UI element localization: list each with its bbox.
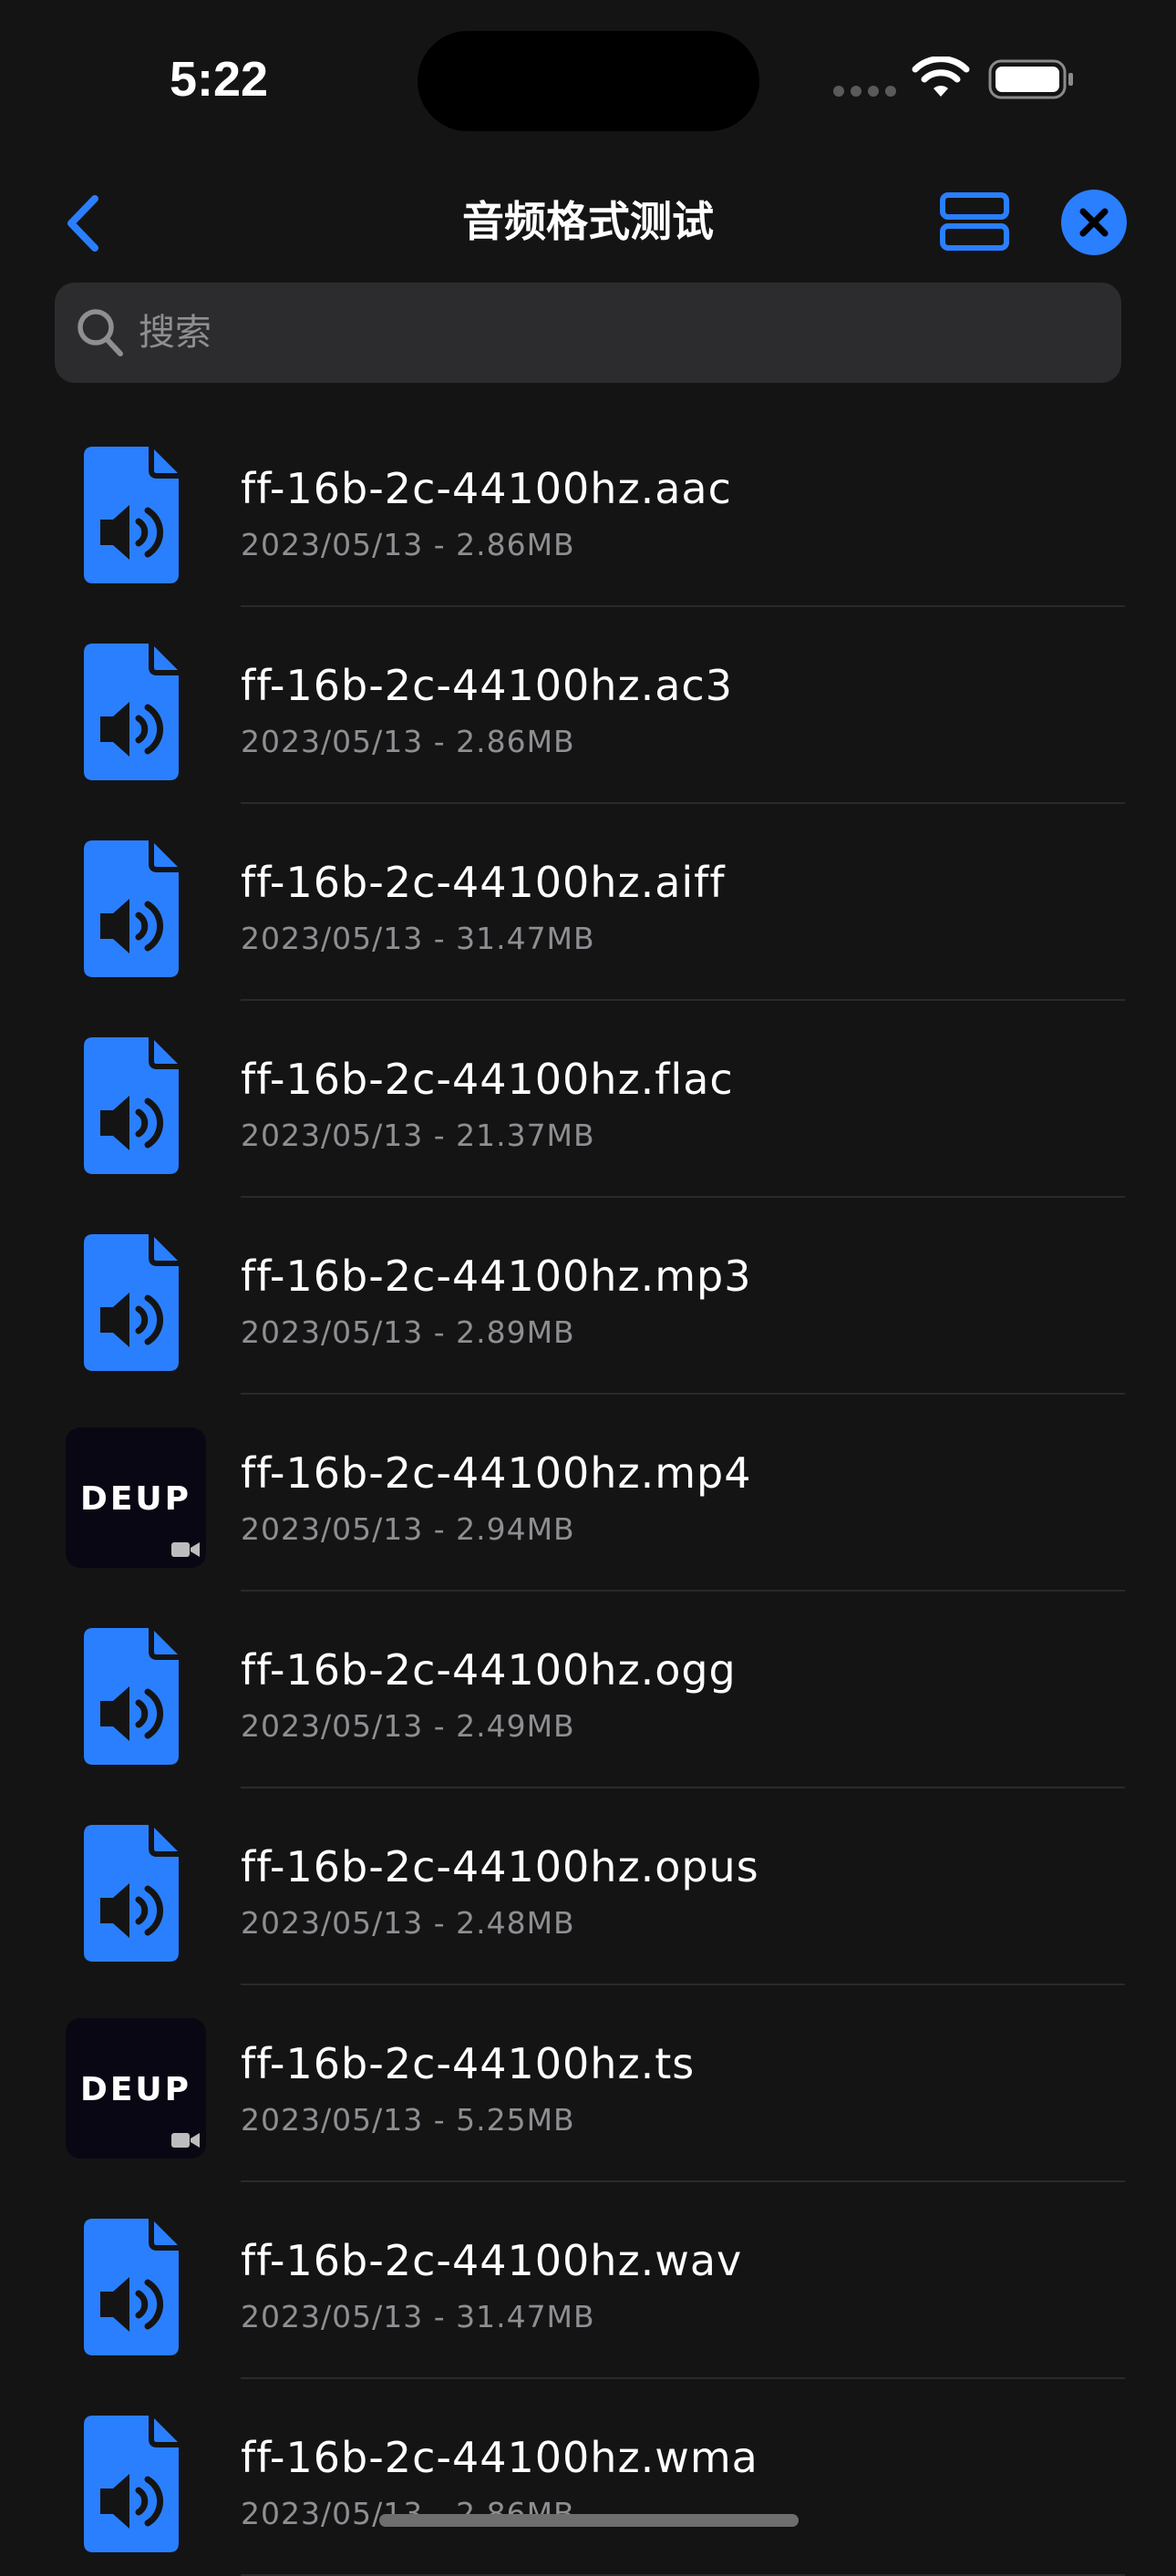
file-row[interactable]: ff-16b-2c-44100hz.wma2023/05/13 - 2.86MB bbox=[0, 2379, 1176, 2576]
home-indicator[interactable] bbox=[379, 2514, 799, 2527]
file-name: ff-16b-2c-44100hz.aac bbox=[241, 464, 732, 513]
audio-file-icon bbox=[84, 445, 181, 583]
video-thumbnail: DEUP bbox=[66, 2018, 206, 2159]
video-thumbnail-logo: DEUP bbox=[79, 2071, 192, 2108]
file-row[interactable]: ff-16b-2c-44100hz.wav 2023/05/13 - 31.47M… bbox=[0, 2182, 1176, 2379]
audio-file-icon bbox=[84, 642, 181, 780]
status-time: 5:22 bbox=[170, 52, 269, 107]
video-thumbnail-logo: DEUP bbox=[79, 1480, 192, 1518]
audio-file-icon bbox=[84, 839, 181, 977]
xmark-icon bbox=[1079, 208, 1109, 237]
file-name: ff-16b-2c-44100hz.wma bbox=[241, 2433, 758, 2482]
file-row[interactable]: ff-16b-2c-44100hz.opus 2023/05/13 - 2.48M… bbox=[0, 1788, 1176, 1985]
view-toggle-button[interactable] bbox=[939, 191, 1010, 252]
file-name: ff-16b-2c-44100hz.flac bbox=[241, 1055, 734, 1104]
file-meta: 2023/05/13 - 2.86MB bbox=[241, 527, 575, 562]
file-meta: 2023/05/13 - 2.86MB bbox=[241, 724, 575, 759]
file-meta: 2023/05/13 - 2.48MB bbox=[241, 1905, 575, 1941]
close-button[interactable] bbox=[1061, 190, 1127, 255]
audio-file-icon bbox=[84, 1823, 181, 1962]
file-row[interactable]: ff-16b-2c-44100hz.aiff 2023/05/13 - 31.47… bbox=[0, 804, 1176, 1001]
audio-file-icon bbox=[84, 1232, 181, 1371]
file-meta: 2023/05/13 - 2.89MB bbox=[241, 1314, 575, 1350]
file-meta: 2023/05/13 - 31.47MB bbox=[241, 2299, 595, 2334]
file-row[interactable]: DEUP ff-16b-2c-44100hz.mp4 2023/05/13 - 2.… bbox=[0, 1395, 1176, 1592]
video-camera-icon bbox=[171, 1542, 200, 1557]
audio-file-icon bbox=[84, 2414, 181, 2552]
video-thumbnail: DEUP bbox=[66, 1427, 206, 1568]
file-row[interactable]: ff-16b-2c-44100hz.mp3 2023/05/13 - 2.89MB bbox=[0, 1198, 1176, 1395]
file-row[interactable]: ff-16b-2c-44100hz.ac3 2023/05/13 - 2.86MB bbox=[0, 607, 1176, 804]
dynamic-island bbox=[418, 31, 759, 131]
file-meta: 2023/05/13 - 5.25MB bbox=[241, 2102, 575, 2138]
file-meta: 2023/05/13 - 31.47MB bbox=[241, 921, 595, 956]
search-icon bbox=[77, 309, 123, 356]
file-list: ff-16b-2c-44100hz.aac 2023/05/13 - 2.86MB… bbox=[0, 410, 1176, 2576]
file-row[interactable]: ff-16b-2c-44100hz.flac 2023/05/13 - 21.37… bbox=[0, 1001, 1176, 1198]
file-name: ff-16b-2c-44100hz.ogg bbox=[241, 1645, 737, 1695]
wifi-icon bbox=[912, 57, 970, 97]
battery-icon bbox=[988, 59, 1073, 99]
video-camera-icon bbox=[171, 2133, 200, 2148]
file-row[interactable]: DEUP ff-16b-2c-44100hz.ts 2023/05/13 - 5.2… bbox=[0, 1985, 1176, 2182]
file-name: ff-16b-2c-44100hz.mp4 bbox=[241, 1448, 752, 1498]
file-meta: 2023/05/13 - 2.49MB bbox=[241, 1708, 575, 1744]
file-name: ff-16b-2c-44100hz.ts bbox=[241, 2039, 696, 2088]
audio-file-icon bbox=[84, 1036, 181, 1174]
file-name: ff-16b-2c-44100hz.aiff bbox=[241, 858, 726, 907]
file-meta: 2023/05/13 - 2.94MB bbox=[241, 1511, 575, 1547]
file-meta: 2023/05/13 - 21.37MB bbox=[241, 1118, 595, 1153]
search-bar[interactable] bbox=[55, 283, 1121, 383]
audio-file-icon bbox=[84, 2217, 181, 2355]
file-name: ff-16b-2c-44100hz.ac3 bbox=[241, 661, 733, 710]
file-row[interactable]: ff-16b-2c-44100hz.ogg 2023/05/13 - 2.49MB bbox=[0, 1592, 1176, 1788]
file-row[interactable]: ff-16b-2c-44100hz.aac 2023/05/13 - 2.86MB bbox=[0, 410, 1176, 607]
file-name: ff-16b-2c-44100hz.mp3 bbox=[241, 1252, 752, 1301]
audio-file-icon bbox=[84, 1626, 181, 1765]
file-name: ff-16b-2c-44100hz.wav bbox=[241, 2236, 743, 2285]
cellular-signal-icon bbox=[833, 86, 897, 97]
file-name: ff-16b-2c-44100hz.opus bbox=[241, 1842, 759, 1891]
search-input[interactable] bbox=[139, 283, 1087, 383]
